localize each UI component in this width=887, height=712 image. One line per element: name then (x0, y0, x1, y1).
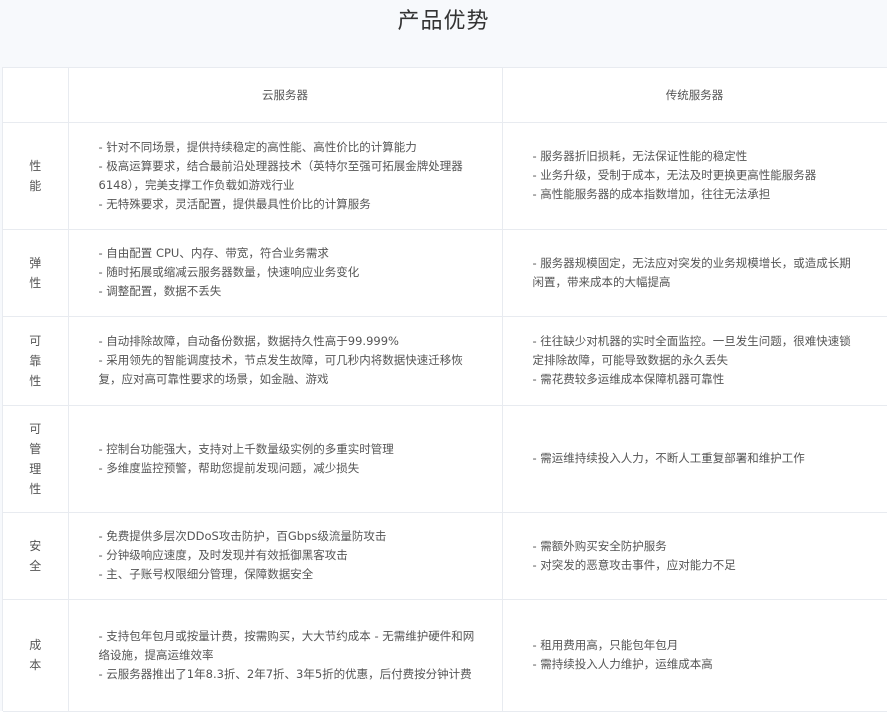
list-item: - 分钟级响应速度，及时发现并有效抵御黑客攻击 (98, 548, 348, 562)
list-item: - 服务器折旧损耗，无法保证性能的稳定性 (532, 149, 748, 163)
list-item: - 针对不同场景，提供持续稳定的高性能、高性价比的计算能力 (98, 139, 417, 154)
cloud-cell-reliability: - 自动排除故障，自动备份数据，数据持久性高于99.999% - 采用领先的智能… (68, 316, 503, 406)
cloud-list-cost: - 支持包年包月或按量计费，按需购买，大大节约成本 - 无需维护硬件和网络设施，… (99, 627, 482, 684)
row-label-text: 安全 (29, 538, 42, 573)
comparison-table: 云服务器 传统服务器 性能 - 针对不同场景，提供持续稳定的高性能、高性价比的计… (3, 68, 887, 712)
list-item: - 需花费较多运维成本保障机器可靠性 (532, 372, 725, 386)
cloud-list-security: - 免费提供多层次DDoS攻击防护，百Gbps级流量防攻击 - 分钟级响应速度，… (99, 527, 482, 584)
traditional-cell-cost: - 租用费用高，只能包年包月 - 需持续投入人力维护，运维成本高 (502, 599, 887, 712)
list-item: - 主、子账号权限细分管理，保障数据安全 (98, 567, 314, 581)
traditional-list-performance: - 服务器折旧损耗，无法保证性能的稳定性 - 业务升级，受制于成本，无法及时更换… (533, 147, 859, 204)
product-advantages-page: 产品优势 云服务器 传统服务器 性能 - 针对不同场景，提供持续稳定的高性能、高… (0, 0, 887, 712)
header-cloud-server: 云服务器 (68, 68, 503, 123)
list-item: - 对突发的恶意攻击事件，应对能力不足 (532, 557, 736, 572)
list-item: - 控制台功能强大，支持对上千数量级实例的多重实时管理 (98, 441, 394, 456)
row-label-reliability: 可靠性 (3, 316, 69, 406)
row-label-elasticity: 弹性 (3, 229, 69, 317)
row-label-text: 可靠性 (29, 333, 42, 388)
traditional-cell-performance: - 服务器折旧损耗，无法保证性能的稳定性 - 业务升级，受制于成本，无法及时更换… (502, 122, 887, 230)
cloud-cell-security: - 免费提供多层次DDoS攻击防护，百Gbps级流量防攻击 - 分钟级响应速度，… (68, 512, 503, 600)
list-item: - 极高运算要求，结合最前沿处理器技术（英特尔至强可拓展金牌处理器6148），完… (98, 158, 463, 192)
row-label-text: 弹性 (29, 255, 42, 290)
row-label-performance: 性能 (3, 122, 69, 230)
traditional-list-cost: - 租用费用高，只能包年包月 - 需持续投入人力维护，运维成本高 (533, 636, 859, 674)
list-item: - 自由配置 CPU、内存、带宽，符合业务需求 (98, 246, 329, 260)
list-item: - 支持包年包月或按量计费，按需购买，大大节约成本 - 无需维护硬件和网络设施，… (98, 628, 475, 662)
list-item: - 多维度监控预警，帮助您提前发现问题，减少损失 (98, 460, 360, 475)
page-title: 产品优势 (397, 9, 490, 34)
traditional-cell-security: - 需额外购买安全防护服务 - 对突发的恶意攻击事件，应对能力不足 (502, 512, 887, 600)
row-label-text: 可管理性 (29, 421, 42, 496)
list-item: - 租用费用高，只能包年包月 (532, 638, 679, 652)
traditional-list-elasticity: - 服务器规模固定，无法应对突发的业务规模增长，或造成长期闲置，带来成本的大幅提… (533, 254, 859, 292)
row-label-manageability: 可管理性 (3, 405, 69, 513)
cloud-cell-cost: - 支持包年包月或按量计费，按需购买，大大节约成本 - 无需维护硬件和网络设施，… (68, 599, 503, 712)
list-item: - 服务器规模固定，无法应对突发的业务规模增长，或造成长期闲置，带来成本的大幅提… (532, 255, 851, 289)
traditional-list-security: - 需额外购买安全防护服务 - 对突发的恶意攻击事件，应对能力不足 (533, 537, 859, 575)
traditional-list-reliability: - 往往缺少对机器的实时全面监控。一旦发生问题，很难快速锁定排除故障，可能导致数… (533, 332, 859, 389)
header-traditional-server: 传统服务器 (502, 68, 887, 123)
list-item: - 随时拓展或缩减云服务器数量，快速响应业务变化 (98, 265, 360, 279)
list-item: - 需额外购买安全防护服务 (532, 538, 667, 553)
list-item: - 业务升级，受制于成本，无法及时更换更高性能服务器 (532, 168, 817, 182)
list-item: - 往往缺少对机器的实时全面监控。一旦发生问题，很难快速锁定排除故障，可能导致数… (532, 334, 851, 367)
table-row-reliability: 可靠性 - 自动排除故障，自动备份数据，数据持久性高于99.999% - 采用领… (3, 316, 887, 406)
table-row-manageability: 可管理性 - 控制台功能强大，支持对上千数量级实例的多重实时管理 - 多维度监控… (3, 405, 887, 513)
cloud-list-performance: - 针对不同场景，提供持续稳定的高性能、高性价比的计算能力 - 极高运算要求，结… (99, 138, 482, 214)
list-item: - 云服务器推出了1年8.3折、2年7折、3年5折的优惠，后付费按分钟计费 (98, 666, 472, 681)
traditional-cell-manageability: - 需运维持续投入人力，不断人工重复部署和维护工作 (502, 405, 887, 513)
list-item: - 调整配置，数据不丢失 (98, 284, 222, 298)
table-header-row: 云服务器 传统服务器 (3, 68, 887, 123)
cloud-list-elasticity: - 自由配置 CPU、内存、带宽，符合业务需求 - 随时拓展或缩减云服务器数量，… (99, 244, 482, 301)
list-item: - 自动排除故障，自动备份数据，数据持久性高于99.999% (98, 334, 399, 348)
list-item: - 高性能服务器的成本指数增加，往往无法承担 (532, 187, 771, 201)
cloud-cell-manageability: - 控制台功能强大，支持对上千数量级实例的多重实时管理 - 多维度监控预警，帮助… (68, 405, 503, 513)
list-item: - 无特殊要求，灵活配置，提供最具性价比的计算服务 (98, 196, 371, 211)
table-row-security: 安全 - 免费提供多层次DDoS攻击防护，百Gbps级流量防攻击 - 分钟级响应… (3, 512, 887, 600)
cloud-list-reliability: - 自动排除故障，自动备份数据，数据持久性高于99.999% - 采用领先的智能… (99, 332, 482, 389)
comparison-table-container: 云服务器 传统服务器 性能 - 针对不同场景，提供持续稳定的高性能、高性价比的计… (2, 67, 887, 712)
row-label-security: 安全 (3, 512, 69, 600)
table-row-elasticity: 弹性 - 自由配置 CPU、内存、带宽，符合业务需求 - 随时拓展或缩减云服务器… (3, 229, 887, 317)
traditional-list-manageability: - 需运维持续投入人力，不断人工重复部署和维护工作 (533, 449, 859, 468)
list-item: - 需运维持续投入人力，不断人工重复部署和维护工作 (532, 451, 805, 465)
cloud-cell-elasticity: - 自由配置 CPU、内存、带宽，符合业务需求 - 随时拓展或缩减云服务器数量，… (68, 229, 503, 317)
table-row-cost: 成本 - 支持包年包月或按量计费，按需购买，大大节约成本 - 无需维护硬件和网络… (3, 599, 887, 712)
traditional-cell-reliability: - 往往缺少对机器的实时全面监控。一旦发生问题，很难快速锁定排除故障，可能导致数… (502, 316, 887, 406)
row-label-text: 性能 (29, 158, 42, 193)
list-item: - 免费提供多层次DDoS攻击防护，百Gbps级流量防攻击 (98, 529, 387, 543)
traditional-cell-elasticity: - 服务器规模固定，无法应对突发的业务规模增长，或造成长期闲置，带来成本的大幅提… (502, 229, 887, 317)
row-label-cost: 成本 (3, 599, 69, 712)
row-label-text: 成本 (29, 638, 42, 672)
cloud-list-manageability: - 控制台功能强大，支持对上千数量级实例的多重实时管理 - 多维度监控预警，帮助… (99, 440, 482, 478)
list-item: - 需持续投入人力维护，运维成本高 (532, 657, 713, 671)
cloud-cell-performance: - 针对不同场景，提供持续稳定的高性能、高性价比的计算能力 - 极高运算要求，结… (68, 122, 503, 230)
header-empty-cell (3, 68, 69, 123)
table-row-performance: 性能 - 针对不同场景，提供持续稳定的高性能、高性价比的计算能力 - 极高运算要… (3, 122, 887, 230)
list-item: - 采用领先的智能调度技术，节点发生故障，可几秒内将数据快速迁移恢复，应对高可靠… (98, 353, 463, 386)
